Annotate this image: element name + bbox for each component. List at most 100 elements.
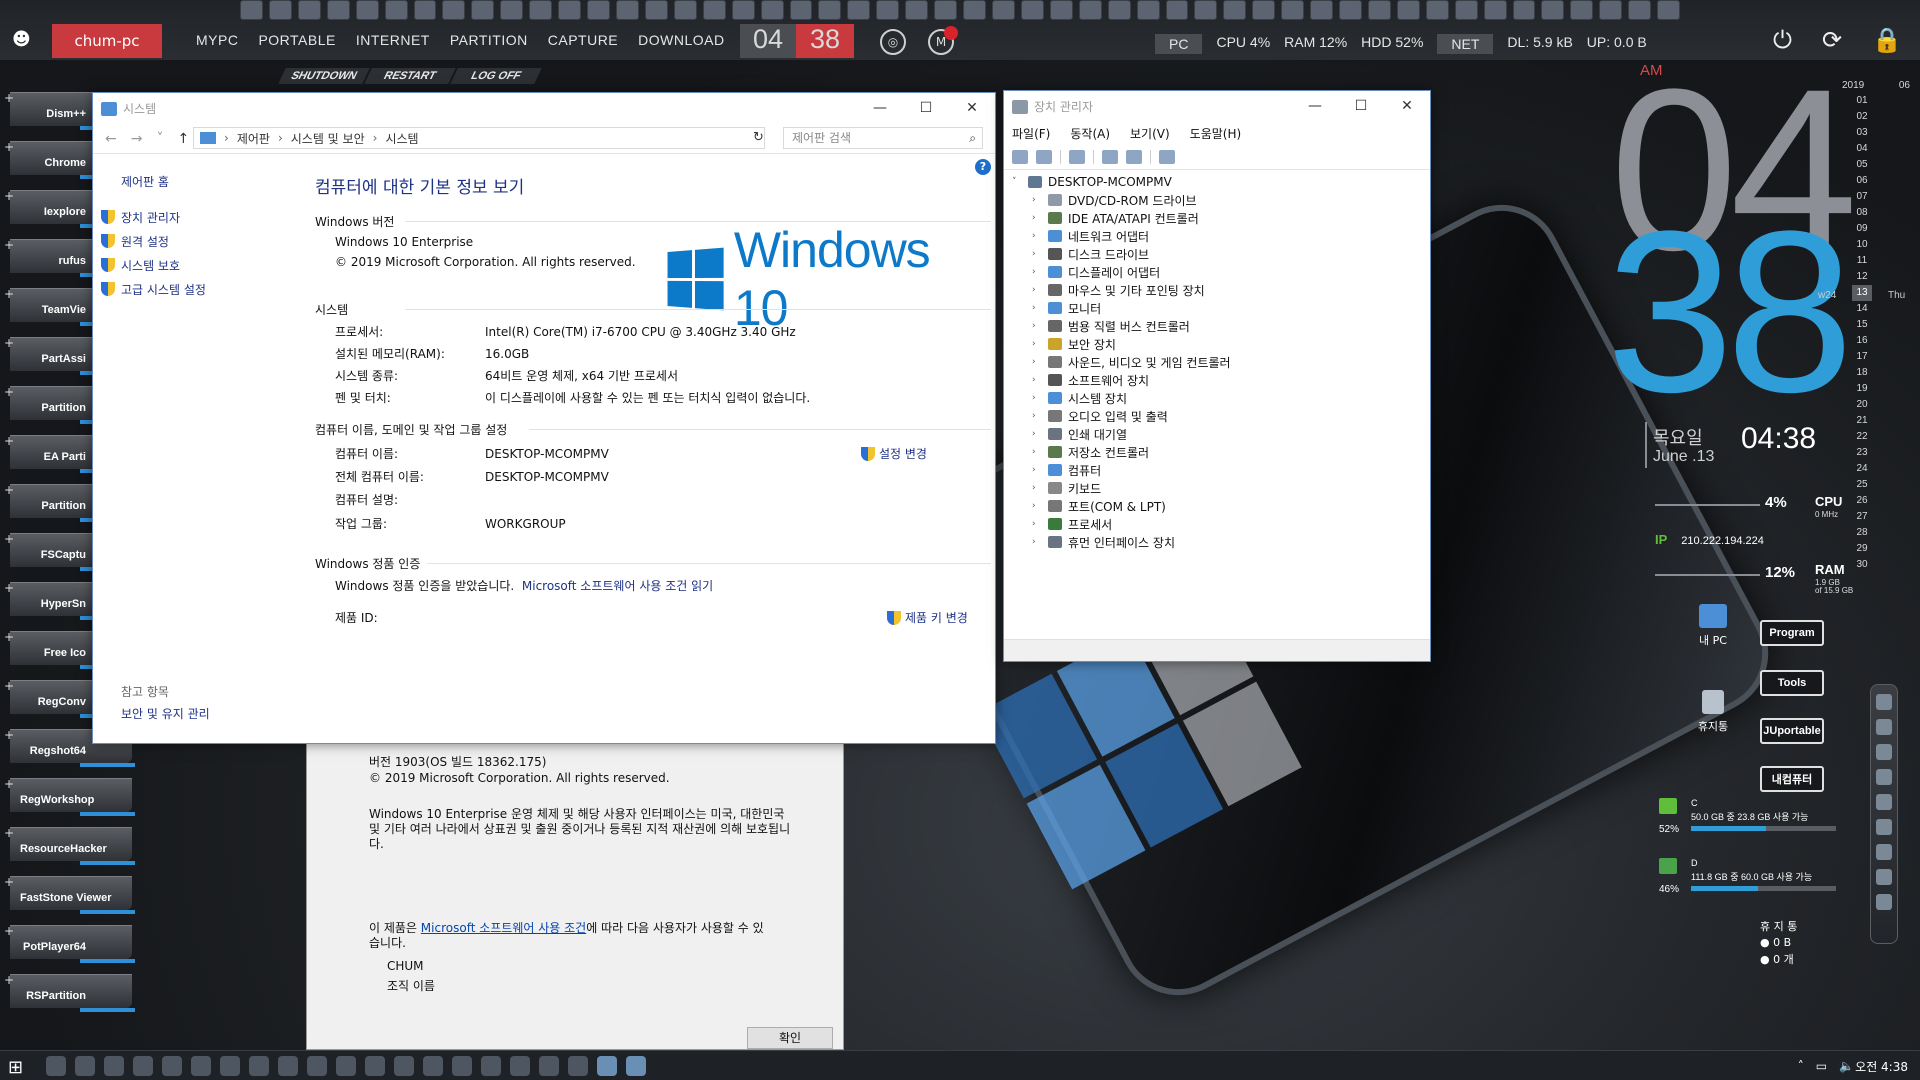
expand-icon[interactable]: + <box>4 337 18 351</box>
program-button[interactable]: Program <box>1760 620 1824 646</box>
expand-chevron-icon[interactable]: › <box>1032 357 1042 367</box>
expand-icon[interactable]: + <box>4 533 18 547</box>
quick-launch-icon[interactable] <box>471 0 495 20</box>
device-category[interactable]: › 휴먼 인터페이스 장치 <box>1004 533 1428 551</box>
device-category[interactable]: › 디스플레이 어댑터 <box>1004 263 1428 281</box>
quick-launch-icon[interactable] <box>1396 0 1420 20</box>
expand-icon[interactable]: + <box>4 582 18 596</box>
device-category[interactable]: › 포트(COM & LPT) <box>1004 497 1428 515</box>
taskbar-app-icon[interactable] <box>278 1056 298 1076</box>
device-tree-root[interactable]: ˅ DESKTOP-MCOMPMV <box>1004 173 1428 191</box>
device-category[interactable]: › 컴퓨터 <box>1004 461 1428 479</box>
app-icon[interactable] <box>1876 819 1892 835</box>
dock-item[interactable]: + RegWorkshop <box>0 772 135 821</box>
dock-item[interactable]: + ResourceHacker <box>0 821 135 870</box>
expand-chevron-icon[interactable]: › <box>1032 393 1042 403</box>
juportable-button[interactable]: JUportable <box>1760 718 1824 744</box>
app-icon[interactable] <box>1876 769 1892 785</box>
app-icon[interactable] <box>1876 794 1892 810</box>
taskbar-app-icon[interactable] <box>423 1056 443 1076</box>
advanced-settings-link[interactable]: 고급 시스템 설정 <box>101 277 206 301</box>
quick-launch-icon[interactable] <box>1136 0 1160 20</box>
expand-chevron-icon[interactable]: › <box>1032 519 1042 529</box>
about-license-link[interactable]: Microsoft 소프트웨어 사용 조건 <box>421 921 586 935</box>
view-icon[interactable] <box>1126 149 1142 164</box>
device-category[interactable]: › 보안 장치 <box>1004 335 1428 353</box>
minimize-button[interactable]: — <box>1292 91 1338 121</box>
expand-chevron-icon[interactable]: › <box>1032 231 1042 241</box>
close-button[interactable]: ✕ <box>949 93 995 123</box>
dock-item[interactable]: + RSPartition <box>0 968 135 1017</box>
ok-button[interactable]: 확인 <box>747 1027 833 1049</box>
device-category[interactable]: › 범용 직렬 버스 컨트롤러 <box>1004 317 1428 335</box>
breadcrumb[interactable]: › 제어판 › 시스템 및 보안 › 시스템 <box>193 127 765 149</box>
quick-launch-icon[interactable] <box>384 0 408 20</box>
device-category[interactable]: › 사운드, 비디오 및 게임 컨트롤러 <box>1004 353 1428 371</box>
expand-chevron-icon[interactable]: › <box>1032 195 1042 205</box>
properties-icon[interactable] <box>1069 149 1085 164</box>
control-panel-home-link[interactable]: 제어판 홈 <box>121 173 169 190</box>
quick-launch-icon[interactable] <box>1454 0 1478 20</box>
dock-item[interactable]: + PotPlayer64 <box>0 919 135 968</box>
quick-launch-icon[interactable] <box>615 0 639 20</box>
maximize-button[interactable]: ☐ <box>1338 91 1384 121</box>
expand-chevron-icon[interactable]: › <box>1032 267 1042 277</box>
taskbar-app-icon[interactable] <box>568 1056 588 1076</box>
maximize-button[interactable]: ☐ <box>903 93 949 123</box>
device-category[interactable]: › 시스템 장치 <box>1004 389 1428 407</box>
expand-chevron-icon[interactable]: › <box>1032 303 1042 313</box>
device-category[interactable]: › 프로세서 <box>1004 515 1428 533</box>
quick-launch-icon[interactable] <box>1541 0 1565 20</box>
expand-chevron-icon[interactable]: › <box>1032 465 1042 475</box>
quick-launch-icon[interactable] <box>442 0 466 20</box>
my-pc-desktop-icon[interactable]: 내 PC <box>1690 604 1736 648</box>
expand-icon[interactable]: + <box>4 288 18 302</box>
breadcrumb-system-security[interactable]: 시스템 및 보안 <box>291 130 365 147</box>
quick-launch-icon[interactable] <box>905 0 929 20</box>
taskbar-app-icon[interactable] <box>307 1056 327 1076</box>
expand-icon[interactable]: + <box>4 141 18 155</box>
expand-chevron-icon[interactable]: › <box>1032 411 1042 421</box>
device-category[interactable]: › DVD/CD-ROM 드라이브 <box>1004 191 1428 209</box>
menu-action[interactable]: 동작(A) <box>1070 125 1110 142</box>
quick-launch-icon[interactable] <box>963 0 986 20</box>
quick-launch-icon[interactable] <box>268 0 292 20</box>
security-maintenance-link[interactable]: 보안 및 유지 관리 <box>121 705 210 722</box>
network-icon[interactable]: ▭ <box>1816 1059 1827 1073</box>
taskbar-app-icon[interactable] <box>249 1056 269 1076</box>
quick-launch-icon[interactable] <box>1339 0 1362 20</box>
expand-chevron-icon[interactable]: › <box>1032 249 1042 259</box>
tray-overflow-icon[interactable]: ˄ <box>1798 1059 1804 1073</box>
breadcrumb-control-panel[interactable]: 제어판 <box>237 130 270 147</box>
quick-launch-icon[interactable] <box>818 0 842 20</box>
quick-launch-icon[interactable] <box>934 0 958 20</box>
quick-launch-icon[interactable] <box>529 0 553 20</box>
taskbar-app-icon[interactable] <box>452 1056 472 1076</box>
quick-launch-icon[interactable] <box>1310 0 1334 20</box>
up-arrow-icon[interactable]: ↑ <box>177 131 189 147</box>
quick-launch-icon[interactable] <box>673 0 697 20</box>
quick-launch-icon[interactable] <box>876 0 900 20</box>
remote-settings-link[interactable]: 원격 설정 <box>101 229 206 253</box>
expand-icon[interactable]: + <box>4 484 18 498</box>
menu-help[interactable]: 도움말(H) <box>1190 125 1242 142</box>
quick-launch-icon[interactable] <box>1512 0 1536 20</box>
quick-launch-icon[interactable] <box>1599 0 1623 20</box>
quick-launch-icon[interactable] <box>240 0 263 20</box>
taskbar-app-icon[interactable] <box>539 1056 559 1076</box>
quick-launch-icon[interactable] <box>500 0 524 20</box>
help-icon[interactable]: ? <box>975 159 991 175</box>
menu-file[interactable]: 파일(F) <box>1012 125 1050 142</box>
taskbar-app-icon[interactable] <box>597 1056 617 1076</box>
expand-chevron-icon[interactable]: ˅ <box>1012 177 1022 187</box>
edge-icon[interactable] <box>1876 694 1892 710</box>
expand-chevron-icon[interactable]: › <box>1032 429 1042 439</box>
start-button[interactable]: ⊞ <box>8 1057 23 1078</box>
chrome-icon[interactable] <box>1876 719 1892 735</box>
quick-launch-icon[interactable] <box>355 0 379 20</box>
recycle-widget[interactable]: 휴 지 통 ● 0 B ● 0 개 <box>1760 918 1797 969</box>
taskbar-app-icon[interactable] <box>336 1056 356 1076</box>
taskbar-app-icon[interactable] <box>394 1056 414 1076</box>
quick-launch-icon[interactable] <box>558 0 582 20</box>
menu-download[interactable]: DOWNLOAD <box>638 32 724 48</box>
